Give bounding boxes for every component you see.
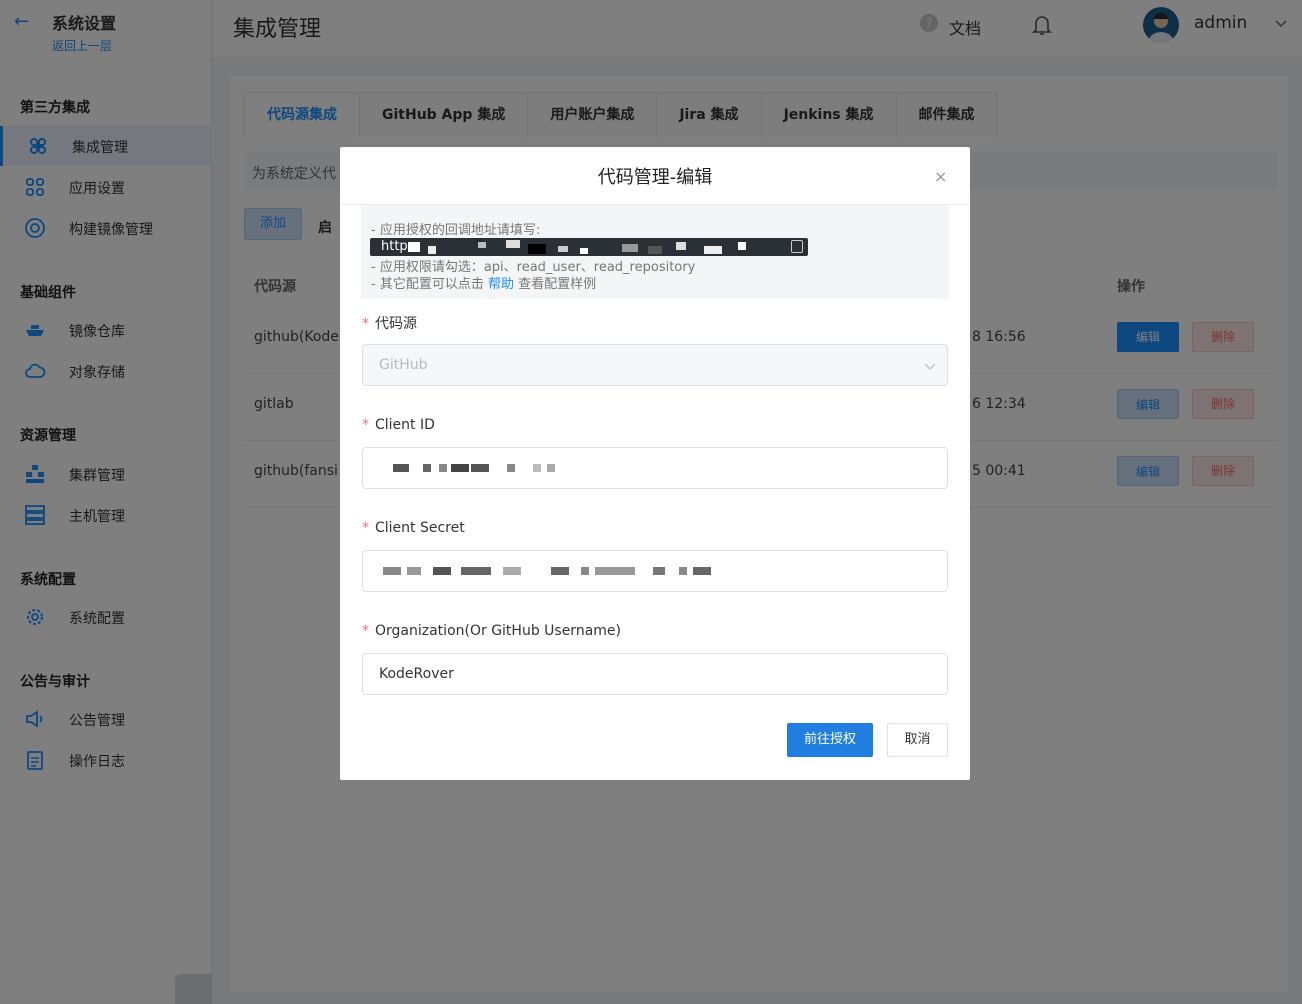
redacted-client-id [393, 464, 555, 472]
client-secret-label-text: Client Secret [375, 520, 465, 536]
redacted-url [408, 240, 746, 254]
edit-dialog: 代码管理-编辑 × - 应用授权的回调地址请填写: http - 应用权限请勾选… [340, 147, 970, 780]
required-mark: * [362, 623, 369, 639]
cancel-button[interactable]: 取消 [887, 723, 948, 757]
organization-value: KodeRover [379, 666, 454, 682]
client-secret-input[interactable] [362, 550, 948, 592]
client-id-input[interactable] [362, 447, 948, 489]
notice-help: - 其它配置可以点击 帮助 查看配置样例 [371, 273, 596, 292]
source-value: GitHub [379, 357, 428, 373]
chevron-down-icon [924, 363, 936, 371]
help-link[interactable]: 帮助 [488, 277, 514, 292]
close-icon[interactable]: × [934, 167, 947, 186]
organization-input[interactable]: KodeRover [362, 653, 948, 695]
required-mark: * [362, 520, 369, 536]
client-id-label-text: Client ID [375, 417, 435, 433]
dialog-header: 代码管理-编辑 × [340, 147, 970, 205]
notice-help-post: 查看配置样例 [518, 277, 597, 292]
organization-label-text: Organization(Or GitHub Username) [375, 623, 621, 639]
organization-label: * Organization(Or GitHub Username) [362, 623, 621, 639]
notice-help-pre: - 其它配置可以点击 [371, 277, 484, 292]
copy-icon[interactable] [791, 240, 803, 253]
source-label-text: 代码源 [375, 316, 417, 332]
client-id-label: * Client ID [362, 417, 435, 433]
callback-url-text: http [381, 239, 408, 254]
required-mark: * [362, 316, 369, 332]
redacted-client-secret [383, 567, 711, 575]
notice-box: - 应用授权的回调地址请填写: http - 应用权限请勾选：api、read_… [361, 205, 949, 299]
source-select[interactable]: GitHub [362, 344, 948, 386]
notice-callback: - 应用授权的回调地址请填写: [371, 223, 541, 238]
authorize-button[interactable]: 前往授权 [787, 723, 873, 757]
source-label: * 代码源 [362, 313, 417, 333]
dialog-title: 代码管理-编辑 [597, 167, 713, 188]
callback-url[interactable]: http [370, 238, 808, 256]
client-secret-label: * Client Secret [362, 520, 465, 536]
required-mark: * [362, 417, 369, 433]
